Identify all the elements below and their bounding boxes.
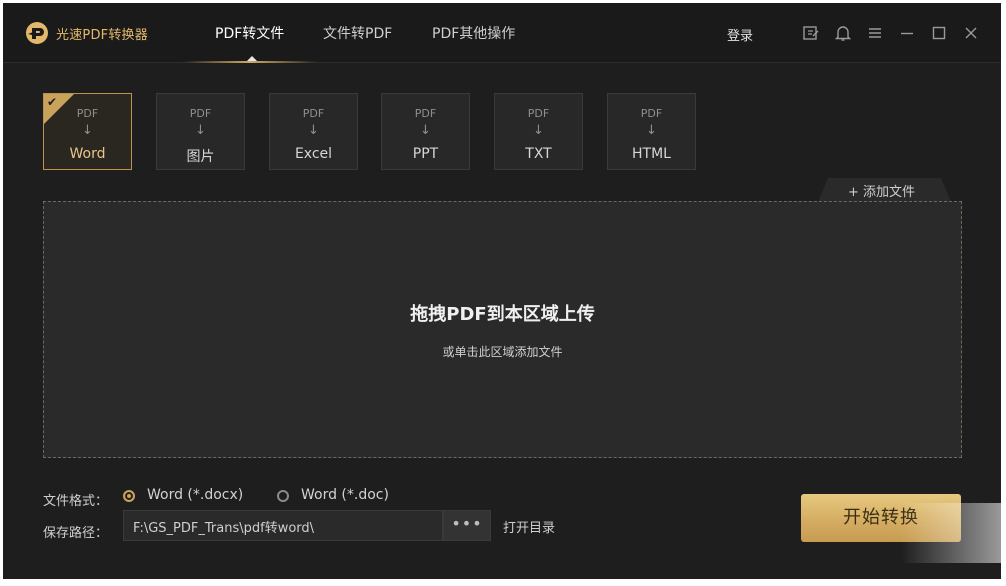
tab-file-to-pdf[interactable]: 文件转PDF	[323, 23, 392, 43]
open-directory-link[interactable]: 打开目录	[503, 517, 555, 536]
format-card-txt[interactable]: PDF ↓ TXT	[494, 93, 583, 170]
radio-doc-label: Word (*.doc)	[301, 487, 389, 503]
app-logo-icon	[26, 22, 48, 44]
format-card-ppt[interactable]: PDF ↓ PPT	[381, 93, 470, 170]
feedback-icon[interactable]	[801, 23, 821, 43]
app-title: 光速PDF转换器	[56, 28, 148, 43]
login-link[interactable]: 登录	[727, 25, 753, 44]
file-format-label: 文件格式：	[43, 494, 109, 509]
tab-pdf-other[interactable]: PDF其他操作	[432, 23, 515, 43]
radio-selected-icon	[123, 490, 135, 502]
arrow-down-icon: ↓	[82, 123, 93, 138]
format-source: PDF	[640, 107, 663, 120]
save-path-label: 保存路径：	[43, 526, 109, 541]
title-bar: 光速PDF转换器 PDF转文件 文件转PDF PDF其他操作 登录	[3, 3, 1001, 63]
format-source: PDF	[414, 107, 437, 120]
format-target: TXT	[525, 146, 552, 162]
format-target: HTML	[632, 146, 671, 162]
format-card-excel[interactable]: PDF ↓ Excel	[269, 93, 358, 170]
format-source: PDF	[189, 107, 212, 120]
start-convert-button[interactable]: 开始转换	[801, 494, 961, 542]
radio-docx-label: Word (*.docx)	[147, 487, 244, 503]
bell-icon[interactable]	[833, 23, 853, 43]
active-tab-caret	[247, 56, 257, 61]
format-source: PDF	[527, 107, 550, 120]
format-target: PPT	[412, 146, 439, 162]
minimize-icon[interactable]	[897, 23, 917, 43]
close-icon[interactable]	[961, 23, 981, 43]
format-source: PDF	[302, 107, 325, 120]
format-target: Word	[69, 146, 106, 162]
drop-zone-subtitle: 或单击此区域添加文件	[442, 345, 563, 359]
maximize-icon[interactable]	[929, 23, 949, 43]
format-card-word[interactable]: ✔ PDF ↓ Word	[43, 93, 132, 170]
browse-button[interactable]: •••	[443, 510, 491, 541]
app-window: 光速PDF转换器 PDF转文件 文件转PDF PDF其他操作 登录 ✔ PDF …	[3, 3, 1001, 579]
drop-zone-title: 拖拽PDF到本区域上传	[410, 304, 595, 325]
plus-icon: +	[848, 185, 859, 200]
format-card-image[interactable]: PDF ↓ 图片	[156, 93, 245, 170]
format-target: 图片	[186, 149, 215, 165]
file-drop-zone[interactable]: 拖拽PDF到本区域上传 或单击此区域添加文件	[43, 201, 962, 458]
arrow-down-icon: ↓	[646, 123, 657, 138]
add-file-button[interactable]: + 添加文件	[848, 181, 915, 200]
radio-unselected-icon	[277, 490, 289, 502]
format-card-html[interactable]: PDF ↓ HTML	[607, 93, 696, 170]
arrow-down-icon: ↓	[308, 123, 319, 138]
arrow-down-icon: ↓	[533, 123, 544, 138]
format-source: PDF	[76, 107, 99, 120]
format-target: Excel	[294, 146, 333, 162]
arrow-down-icon: ↓	[420, 123, 431, 138]
tab-pdf-to-file[interactable]: PDF转文件	[215, 23, 284, 43]
save-path-field[interactable]: F:\GS_PDF_Trans\pdf转word\	[123, 510, 443, 541]
add-file-label: 添加文件	[863, 185, 916, 200]
active-tab-indicator	[183, 61, 317, 63]
arrow-down-icon: ↓	[195, 123, 206, 138]
menu-icon[interactable]	[865, 23, 885, 43]
